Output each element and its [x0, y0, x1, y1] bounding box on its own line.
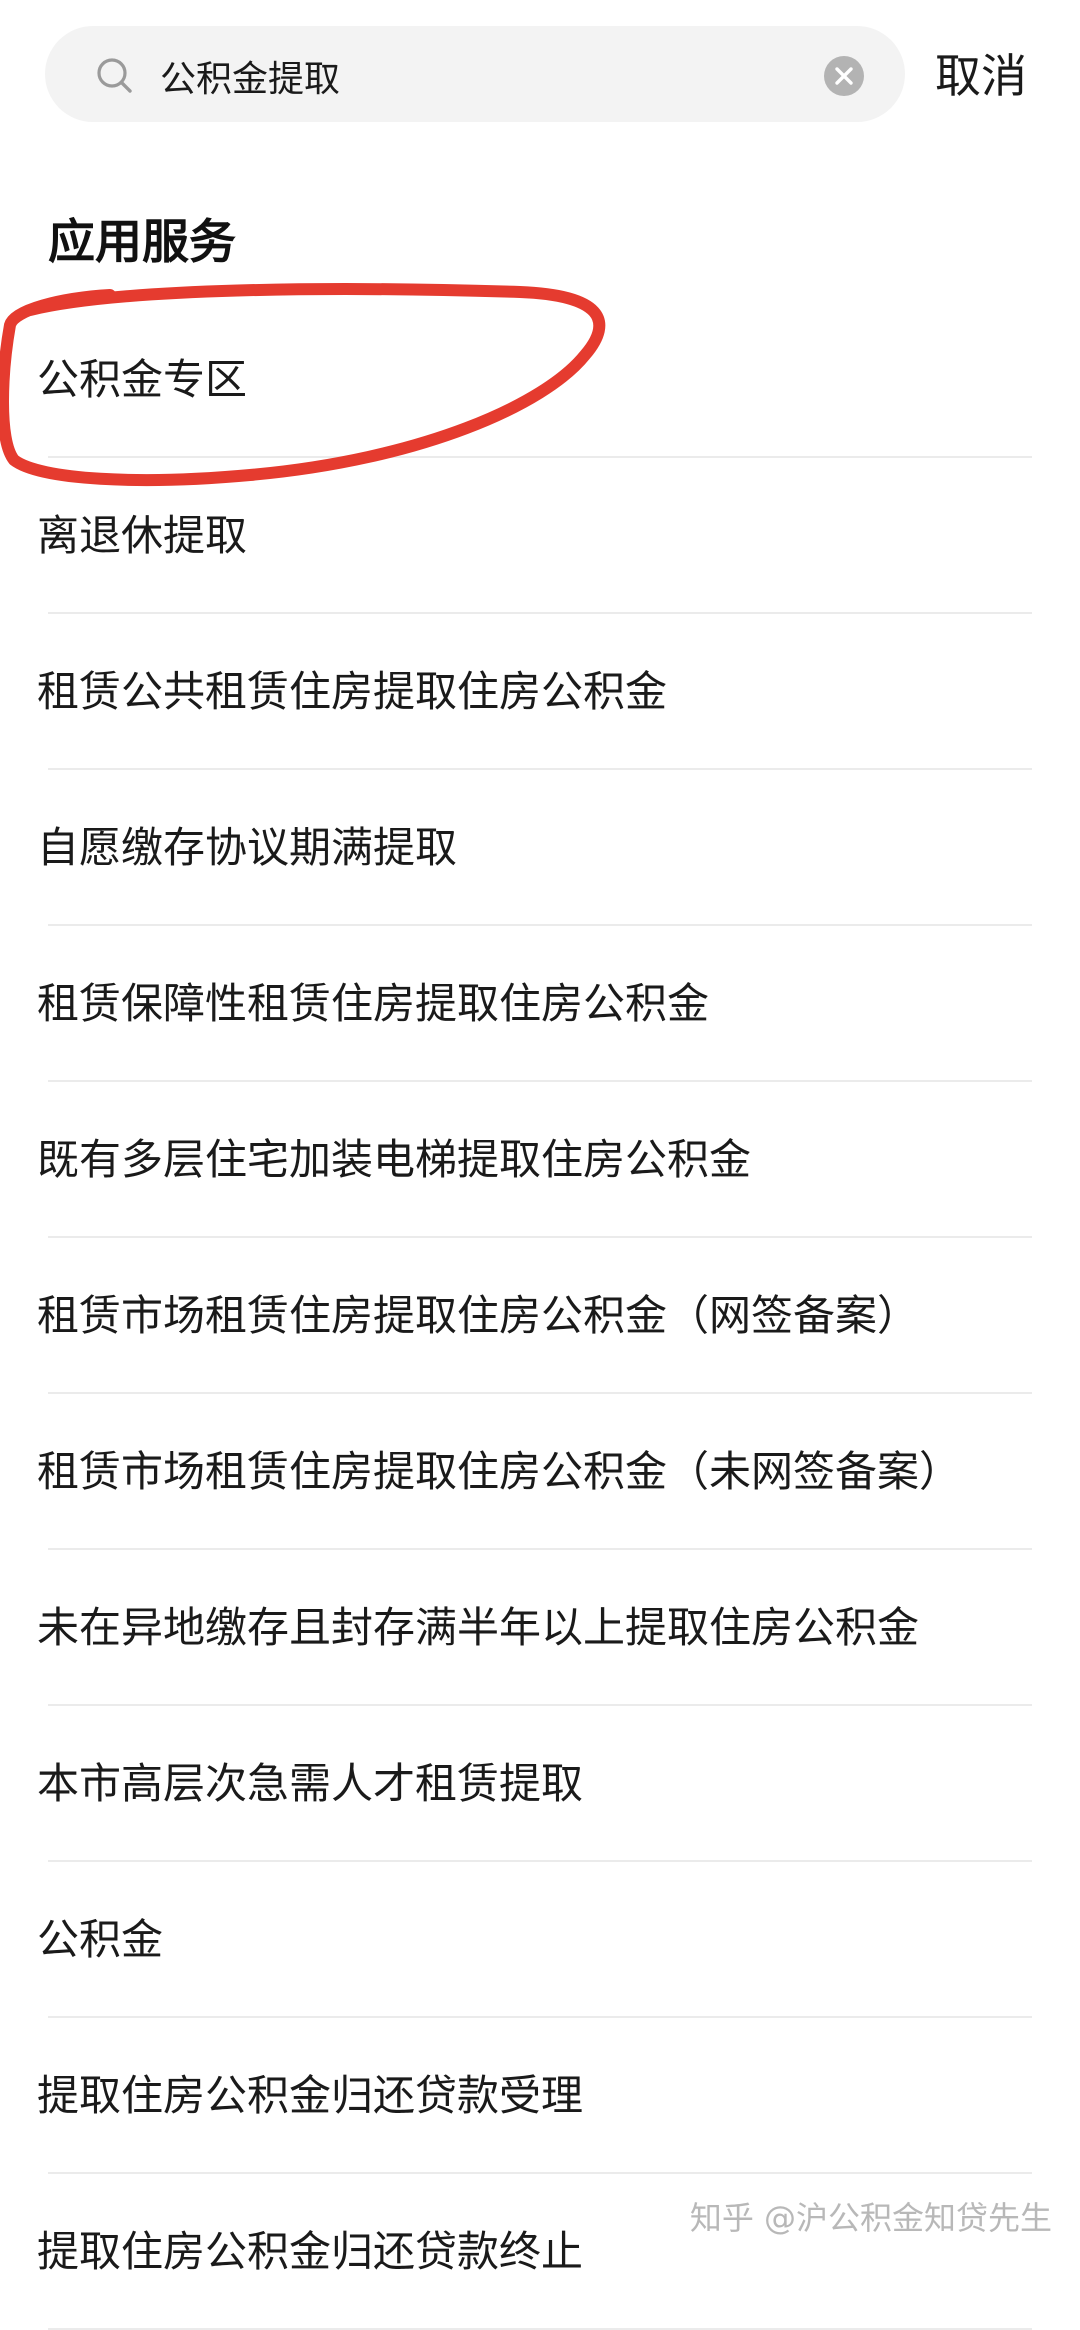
result-item[interactable]: 租赁市场租赁住房提取住房公积金（网签备案） [0, 1238, 1080, 1394]
cancel-button[interactable]: 取消 [935, 40, 1027, 112]
watermark: 知乎 @沪公积金知贷先生 [689, 2199, 1052, 2237]
clear-icon[interactable] [822, 54, 866, 98]
result-item[interactable]: 既有多层住宅加装电梯提取住房公积金 [0, 1082, 1080, 1238]
search-icon [97, 58, 132, 93]
result-item[interactable]: 未在异地缴存且封存满半年以上提取住房公积金 [0, 1550, 1080, 1706]
result-label: 既有多层住宅加装电梯提取住房公积金 [37, 1135, 752, 1184]
result-item[interactable]: 租赁公共租赁住房提取住房公积金 [0, 614, 1080, 770]
search-input[interactable] [160, 48, 800, 104]
result-item[interactable]: 离退休提取 [0, 458, 1080, 614]
result-label: 公积金专区 [37, 355, 248, 404]
result-item[interactable]: 本市高层次急需人才租赁提取 [0, 1706, 1080, 1862]
result-label: 自愿缴存协议期满提取 [37, 823, 458, 872]
result-list: 公积金专区离退休提取租赁公共租赁住房提取住房公积金 自愿缴存协议期满提取租赁保障性… [0, 302, 1080, 2330]
result-label: 未在异地缴存且封存满半年以上提取住房公积金 [37, 1603, 920, 1652]
result-label: 提取住房公积金归还贷款终止 [37, 2227, 584, 2276]
result-label: 提取住房公积金归还贷款受理 [37, 2071, 584, 2120]
section-title: 应用服务 [48, 215, 236, 270]
result-item[interactable]: 提取住房公积金归还贷款受理 [0, 2018, 1080, 2174]
result-item[interactable]: 租赁保障性租赁住房提取住房公积金 [0, 926, 1080, 1082]
result-label: 租赁市场租赁住房提取住房公积金（未网签备案） [37, 1447, 962, 1496]
result-item[interactable]: 自愿缴存协议期满提取 [0, 770, 1080, 926]
result-label: 租赁保障性租赁住房提取住房公积金 [37, 979, 710, 1028]
result-label: 离退休提取 [37, 511, 248, 560]
result-label: 公积金 [37, 1915, 164, 1964]
result-item[interactable]: 公积金专区 [0, 302, 1080, 458]
result-item[interactable]: 公积金 [0, 1862, 1080, 2018]
result-label: 租赁公共租赁住房提取住房公积金 [37, 667, 668, 716]
result-label: 租赁市场租赁住房提取住房公积金（网签备案） [37, 1291, 920, 1340]
result-label: 本市高层次急需人才租赁提取 [37, 1759, 584, 1808]
result-item[interactable]: 租赁市场租赁住房提取住房公积金（未网签备案） [0, 1394, 1080, 1550]
